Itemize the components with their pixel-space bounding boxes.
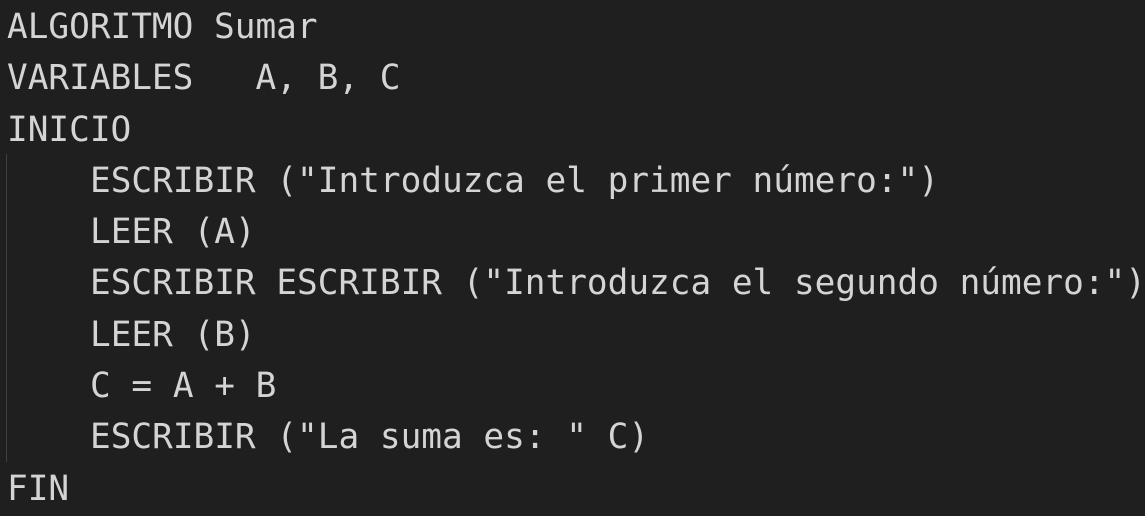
code-line-escribir-suma[interactable]: ESCRIBIR ("La suma es: " C) — [7, 412, 1145, 463]
code-line-asignacion[interactable]: C = A + B — [7, 361, 1145, 412]
code-line-leer-a[interactable]: LEER (A) — [7, 207, 1145, 258]
code-line-algoritmo[interactable]: ALGORITMO Sumar — [7, 2, 1145, 53]
code-line-escribir-segundo[interactable]: ESCRIBIR ESCRIBIR ("Introduzca el segund… — [7, 258, 1145, 309]
code-editor[interactable]: ALGORITMO Sumar VARIABLES A, B, C INICIO… — [0, 0, 1145, 516]
code-block[interactable]: ALGORITMO Sumar VARIABLES A, B, C INICIO… — [7, 2, 1145, 515]
code-line-leer-b[interactable]: LEER (B) — [7, 310, 1145, 361]
code-line-variables[interactable]: VARIABLES A, B, C — [7, 53, 1145, 104]
code-line-inicio[interactable]: INICIO — [7, 105, 1145, 156]
code-line-escribir-primer[interactable]: ESCRIBIR ("Introduzca el primer número:"… — [7, 156, 1145, 207]
code-line-fin[interactable]: FIN — [7, 464, 1145, 515]
